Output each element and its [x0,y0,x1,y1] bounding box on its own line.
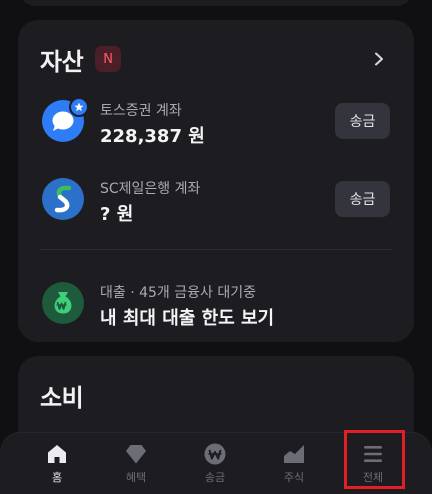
home-icon [48,445,66,463]
loan-link-text[interactable]: 내 최대 대출 한도 보기 [100,304,274,330]
gem-icon [126,445,146,464]
sc-bank-logo-icon [42,178,84,220]
account-label: 토스증권 계좌 [100,103,182,119]
stock-chart-icon [284,445,304,463]
chevron-right-icon[interactable] [372,52,386,66]
loan-label: 대출 · 45개 금융사 대기중 [100,285,256,301]
nav-stocks[interactable]: 주식 [259,433,329,494]
account-balance: ? 원 [100,204,134,225]
app-screen: 자산 N 토스증권 계좌 228,387 원 송금 SC제일은행 계좌 ? 원 … [0,0,432,494]
loan-limit-row[interactable]: 대출 · 45개 금융사 대기중 내 최대 대출 한도 보기 [40,282,392,330]
nav-label: 송금 [204,471,226,484]
highlight-annotation-box [344,430,405,489]
won-transfer-icon [204,443,226,465]
previous-card-edge [18,0,414,6]
spending-header: 소비 [40,380,84,412]
money-bag-icon [42,282,84,324]
account-balance: 228,387 원 [100,126,205,147]
new-badge: N [95,46,122,72]
nav-benefits[interactable]: 혜택 [101,433,171,494]
toss-securities-account-row[interactable]: 토스증권 계좌 228,387 원 송금 [40,97,392,147]
nav-label: 홈 [51,471,63,484]
sc-bank-account-row[interactable]: SC제일은행 계좌 ? 원 송금 [40,178,392,225]
assets-header[interactable]: 자산 N [40,44,122,76]
nav-transfer[interactable]: 송금 [180,433,250,494]
assets-card[interactable]: 자산 N 토스증권 계좌 228,387 원 송금 SC제일은행 계좌 ? 원 … [18,20,414,342]
spending-title: 소비 [40,383,84,412]
send-money-button[interactable]: 송금 [335,181,390,217]
send-money-button[interactable]: 송금 [335,103,390,139]
nav-label: 혜택 [125,471,147,484]
star-badge-icon [69,97,89,117]
assets-title: 자산 [40,47,84,76]
account-label: SC제일은행 계좌 [100,181,201,197]
nav-home[interactable]: 홈 [22,433,92,494]
divider [40,249,392,250]
nav-label: 주식 [283,471,305,484]
